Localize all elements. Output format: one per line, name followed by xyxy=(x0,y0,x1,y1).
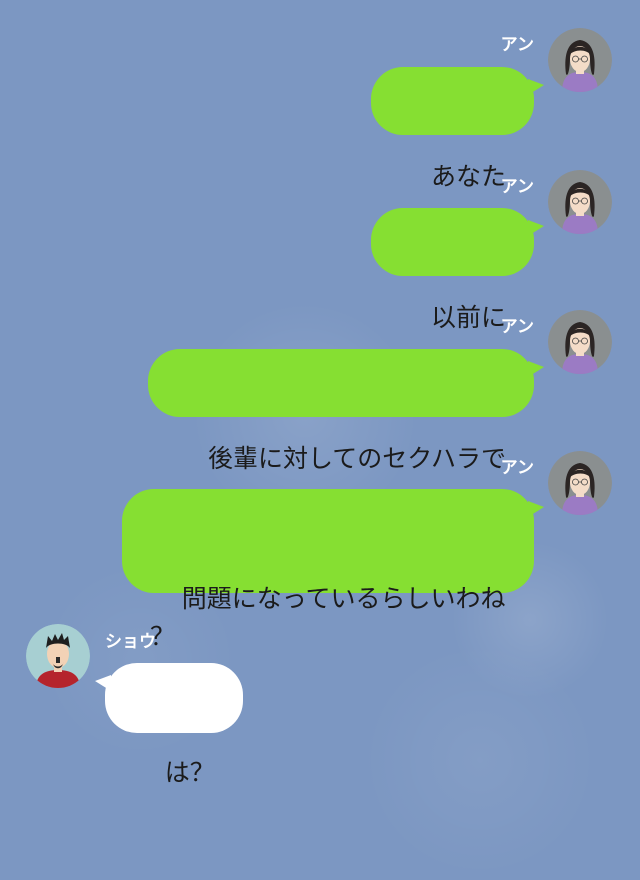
message-text: 問題になっているらしいわね ？ xyxy=(150,584,506,651)
bubble-tail xyxy=(528,79,544,95)
message-bubble[interactable]: あなた xyxy=(371,67,544,191)
message-bubble[interactable]: は？ xyxy=(95,663,243,787)
man-avatar-icon[interactable] xyxy=(26,624,90,688)
message-bubble[interactable]: 後輩に対してのセクハラで xyxy=(148,349,544,473)
message-text: あなた xyxy=(430,162,506,191)
message-text: 後輩に対してのセクハラで xyxy=(207,444,506,473)
sender-name: アン xyxy=(500,458,534,478)
sender-name: ショウ xyxy=(105,632,156,652)
woman-avatar-icon[interactable] xyxy=(548,170,612,234)
sender-name: アン xyxy=(500,177,534,197)
bubble-tail xyxy=(95,675,111,691)
woman-avatar-icon[interactable] xyxy=(548,451,612,515)
background-bokeh xyxy=(360,640,600,880)
message-text: は？ xyxy=(164,758,215,787)
message-bubble[interactable]: 問題になっているらしいわね ？ xyxy=(122,489,544,651)
woman-avatar-icon[interactable] xyxy=(548,28,612,92)
sender-name: アン xyxy=(500,317,534,337)
woman-avatar-icon[interactable] xyxy=(548,310,612,374)
sender-name: アン xyxy=(500,35,534,55)
bubble-tail xyxy=(528,361,544,377)
bubble-tail xyxy=(528,220,544,236)
bubble-tail xyxy=(528,501,544,517)
message-bubble[interactable]: 以前に xyxy=(371,208,544,332)
message-text: 以前に xyxy=(430,303,506,332)
